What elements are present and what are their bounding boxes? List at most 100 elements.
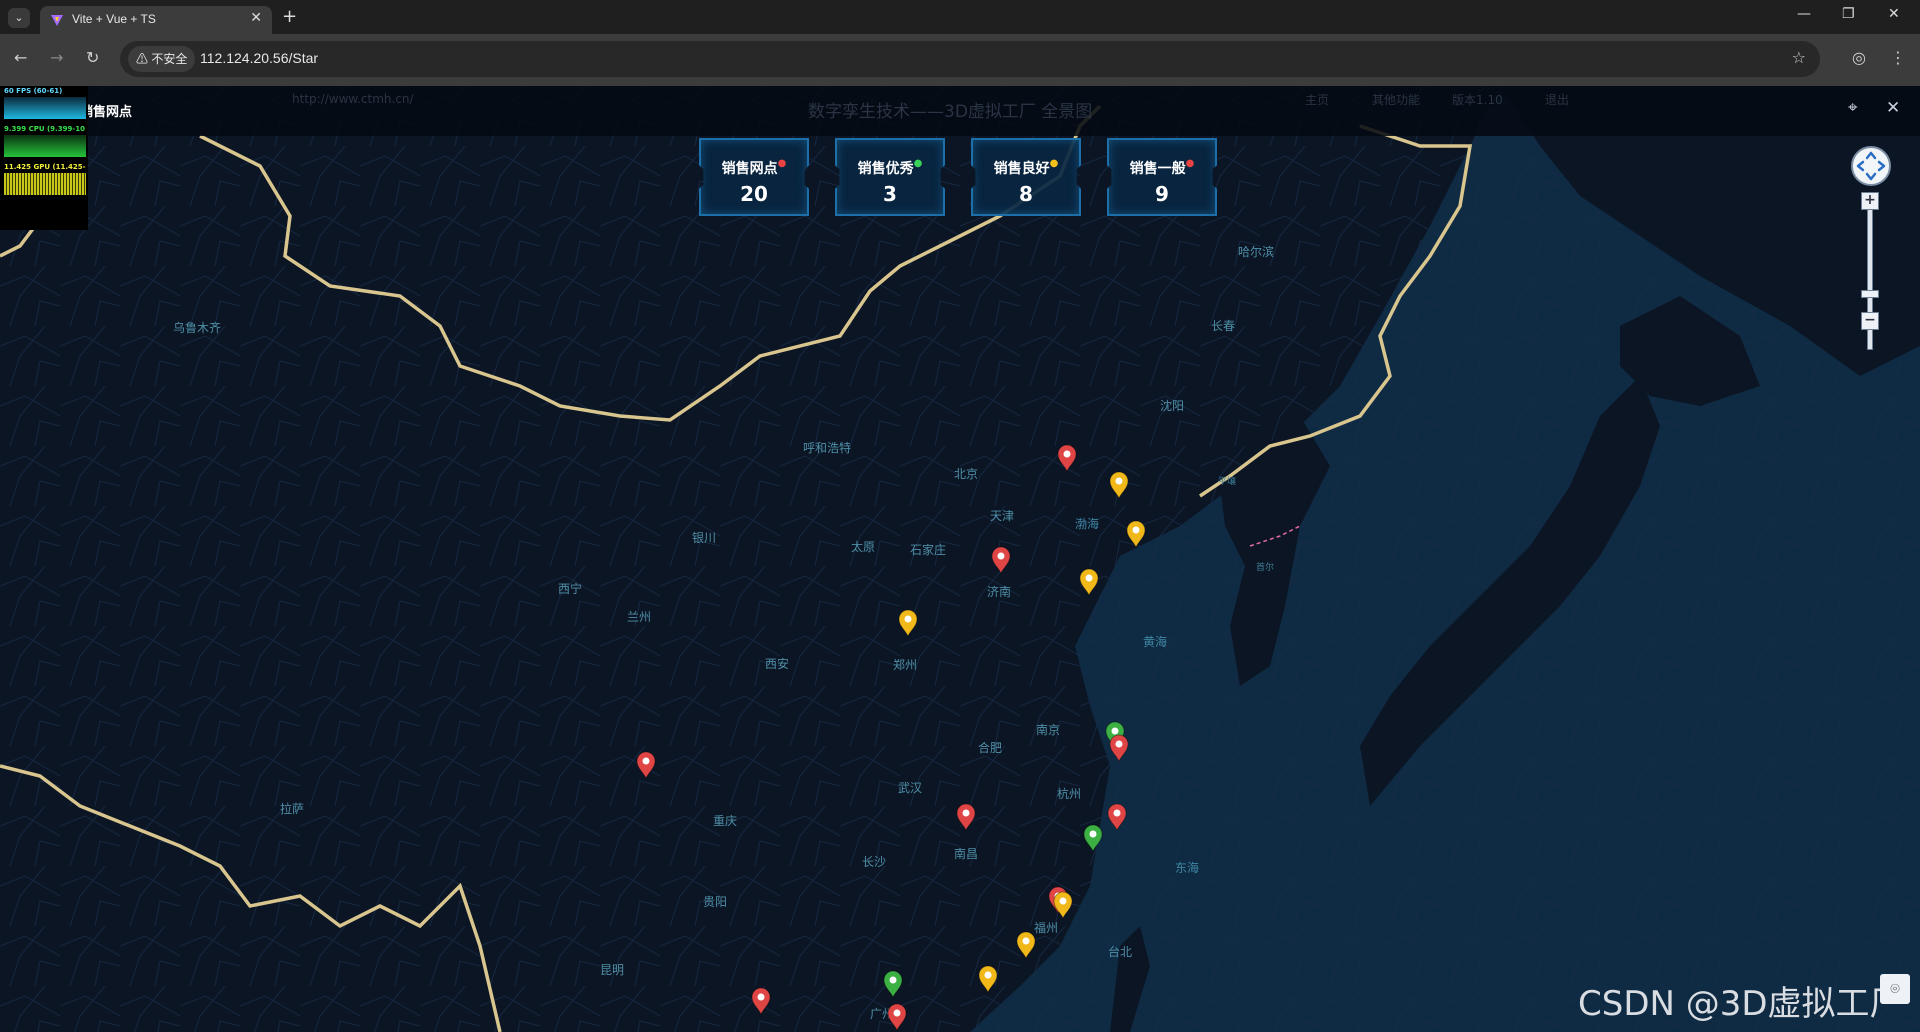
app-topbar: http://www.ctmh.cn/ 数字孪生技术——3D虚拟工厂 全景图 主… (0, 86, 1920, 136)
tab-search-button[interactable]: ⌄ (8, 8, 30, 28)
svg-text:重庆: 重庆 (713, 814, 737, 828)
bookmark-star-icon[interactable]: ☆ (1792, 48, 1806, 67)
zoom-in-button[interactable]: + (1861, 192, 1879, 210)
vite-logo-icon (51, 15, 63, 26)
card-value: 3 (883, 182, 897, 206)
card-dot: ● (1049, 158, 1059, 169)
svg-text:北京: 北京 (954, 467, 978, 481)
svg-text:杭州: 杭州 (1057, 786, 1081, 801)
back-button[interactable]: ← (14, 48, 27, 67)
svg-text:贵阳: 贵阳 (703, 895, 727, 909)
svg-text:济南: 济南 (987, 584, 1011, 599)
svg-text:昆明: 昆明 (600, 963, 624, 977)
svg-text:黄海: 黄海 (1143, 634, 1167, 649)
ghost-nav-item: 退出 (1545, 93, 1570, 107)
ghost-title: 数字孪生技术——3D虚拟工厂 全景图 (808, 102, 1093, 122)
zoom-slider-handle[interactable] (1861, 290, 1879, 298)
screenshot-icon[interactable]: ⌾ (1880, 974, 1910, 1004)
gpu-label: 11.425 GPU (11.425- (4, 163, 86, 171)
card-dot: ● (1185, 158, 1195, 169)
card-dot: ● (777, 158, 787, 169)
cpu-stat: 9.399 CPU (9.399-10 (2, 124, 86, 158)
compass-control[interactable] (1851, 146, 1891, 186)
svg-text:哈尔滨: 哈尔滨 (1238, 244, 1274, 259)
gpu-graph (4, 173, 86, 195)
svg-text:天津: 天津 (990, 509, 1014, 523)
svg-text:银川: 银川 (692, 531, 716, 545)
security-chip-label: 不安全 (151, 52, 188, 66)
svg-text:郑州: 郑州 (893, 657, 917, 672)
zoom-out-button[interactable]: − (1861, 312, 1879, 330)
svg-text:台北: 台北 (1108, 944, 1132, 959)
fps-graph (4, 97, 86, 119)
profile-icon[interactable]: ◎ (1852, 48, 1866, 67)
ghost-nav-item: 其他功能 (1372, 93, 1421, 107)
fps-label: 60 FPS (60-61) (4, 87, 63, 95)
svg-text:拉萨: 拉萨 (280, 801, 304, 816)
card-label: 销售良好 (993, 161, 1050, 177)
browser-tabstrip: ⌄ Vite + Vue + TS ✕ + — ❐ ✕ (0, 0, 1920, 34)
close-window-button[interactable]: ✕ (1888, 6, 1900, 22)
card-average: 销售一般● 9 (1107, 138, 1217, 216)
card-value: 9 (1155, 182, 1169, 206)
svg-text:平壤: 平壤 (1218, 475, 1236, 487)
ghost-url: http://www.ctmh.cn/ (292, 92, 414, 106)
svg-text:长沙: 长沙 (862, 855, 886, 869)
reload-button[interactable]: ↻ (86, 48, 99, 67)
app-page: 乌鲁木齐 哈尔滨 长春 沈阳 呼和浩特 北京 天津 石家庄 太原 银川 西宁 兰… (0, 86, 1920, 1032)
svg-text:西宁: 西宁 (558, 581, 582, 596)
card-dot: ● (913, 158, 923, 169)
card-label-wrap: 销售一般● (1109, 158, 1215, 178)
card-good: 销售良好● 8 (971, 138, 1081, 216)
card-excellent: 销售优秀● 3 (835, 138, 945, 216)
restore-button[interactable]: ❐ (1842, 6, 1855, 22)
card-label: 销售优秀 (857, 161, 914, 177)
minimize-button[interactable]: — (1797, 6, 1811, 22)
close-icon[interactable]: ✕ (1886, 98, 1900, 118)
svg-text:西安: 西安 (765, 656, 789, 671)
svg-text:武汉: 武汉 (898, 781, 922, 795)
address-bar[interactable]: ⚠ 不安全 112.124.20.56/Star ☆ (120, 41, 1820, 77)
svg-text:太原: 太原 (851, 539, 875, 554)
china-map[interactable]: 乌鲁木齐 哈尔滨 长春 沈阳 呼和浩特 北京 天津 石家庄 太原 银川 西宁 兰… (0, 86, 1920, 1032)
svg-text:石家庄: 石家庄 (910, 542, 946, 557)
navigation-arrows-icon (1856, 151, 1886, 181)
svg-text:兰州: 兰州 (627, 610, 651, 624)
url-text: 112.124.20.56/Star (200, 50, 319, 66)
forward-button[interactable]: → (50, 48, 63, 67)
tab-close-icon[interactable]: ✕ (250, 10, 262, 26)
browser-tab[interactable]: Vite + Vue + TS ✕ (40, 6, 272, 34)
card-total-outlets: 销售网点● 20 (699, 138, 809, 216)
cpu-graph (4, 135, 86, 157)
svg-text:呼和浩特: 呼和浩特 (803, 440, 851, 455)
ghost-nav-item: 主页 (1305, 93, 1330, 107)
ghost-nav-item: 版本1.10 (1452, 93, 1503, 107)
menu-icon[interactable]: ⋮ (1890, 48, 1906, 67)
card-value: 20 (740, 182, 768, 206)
cpu-label: 9.399 CPU (9.399-10 (4, 125, 85, 133)
security-chip[interactable]: ⚠ 不安全 (128, 46, 196, 72)
fps-stat: 60 FPS (60-61) (2, 86, 86, 120)
svg-text:首尔: 首尔 (1256, 561, 1274, 573)
gpu-stat: 11.425 GPU (11.425- (2, 162, 86, 196)
card-label-wrap: 销售优秀● (837, 158, 943, 178)
svg-text:长春: 长春 (1211, 319, 1235, 333)
svg-text:东海: 东海 (1175, 860, 1199, 875)
locate-icon[interactable]: ⌖ (1848, 98, 1858, 118)
svg-text:合肥: 合肥 (978, 740, 1002, 755)
svg-text:南京: 南京 (1036, 722, 1060, 737)
card-label-wrap: 销售网点● (701, 158, 807, 178)
tab-title: Vite + Vue + TS (72, 12, 156, 26)
browser-toolbar: ← → ↻ ⚠ 不安全 112.124.20.56/Star ☆ ◎ ⋮ (0, 34, 1920, 86)
svg-text:南昌: 南昌 (954, 846, 978, 861)
perf-stats-panel: 60 FPS (60-61) 9.399 CPU (9.399-10 11.42… (0, 86, 88, 230)
svg-text:乌鲁木齐: 乌鲁木齐 (173, 320, 221, 335)
watermark: CSDN @3D虚拟工厂 (1578, 984, 1904, 1024)
svg-text:沈阳: 沈阳 (1160, 398, 1184, 413)
new-tab-button[interactable]: + (282, 6, 297, 27)
card-label: 销售网点 (721, 161, 778, 177)
svg-text:渤海: 渤海 (1075, 516, 1099, 531)
svg-text:福州: 福州 (1034, 920, 1058, 935)
card-label: 销售一般 (1129, 161, 1186, 177)
card-label-wrap: 销售良好● (973, 158, 1079, 178)
